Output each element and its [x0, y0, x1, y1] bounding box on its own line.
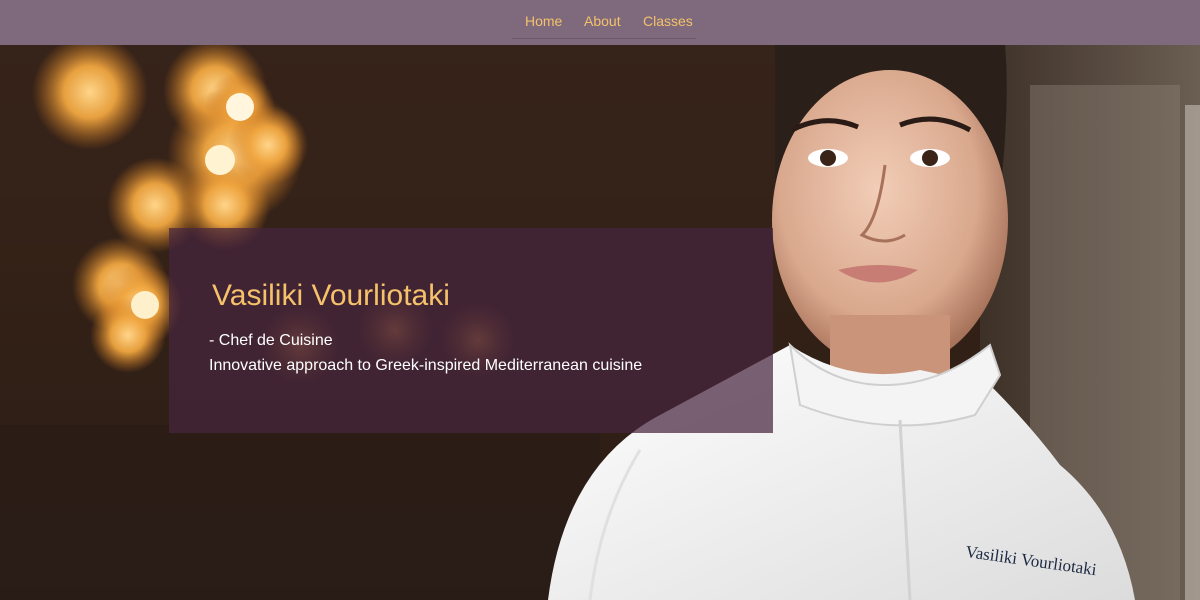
chef-tagline-text: Innovative approach to Greek-inspired Me… [209, 357, 643, 374]
main-nav: Home About Classes [512, 0, 696, 39]
page: Home About Classes Vasiliki Vourliotaki … [0, 0, 1200, 600]
top-navbar: Home About Classes [0, 0, 1200, 45]
chef-name-heading: Vasiliki Vourliotaki [212, 279, 450, 312]
nav-link-home[interactable]: Home [525, 13, 562, 29]
chef-role-text: - Chef de Cuisine [209, 332, 333, 349]
nav-link-about[interactable]: About [584, 13, 621, 29]
nav-link-classes[interactable]: Classes [643, 13, 693, 29]
chef-intro-panel: Vasiliki Vourliotaki - Chef de Cuisine I… [169, 228, 773, 433]
